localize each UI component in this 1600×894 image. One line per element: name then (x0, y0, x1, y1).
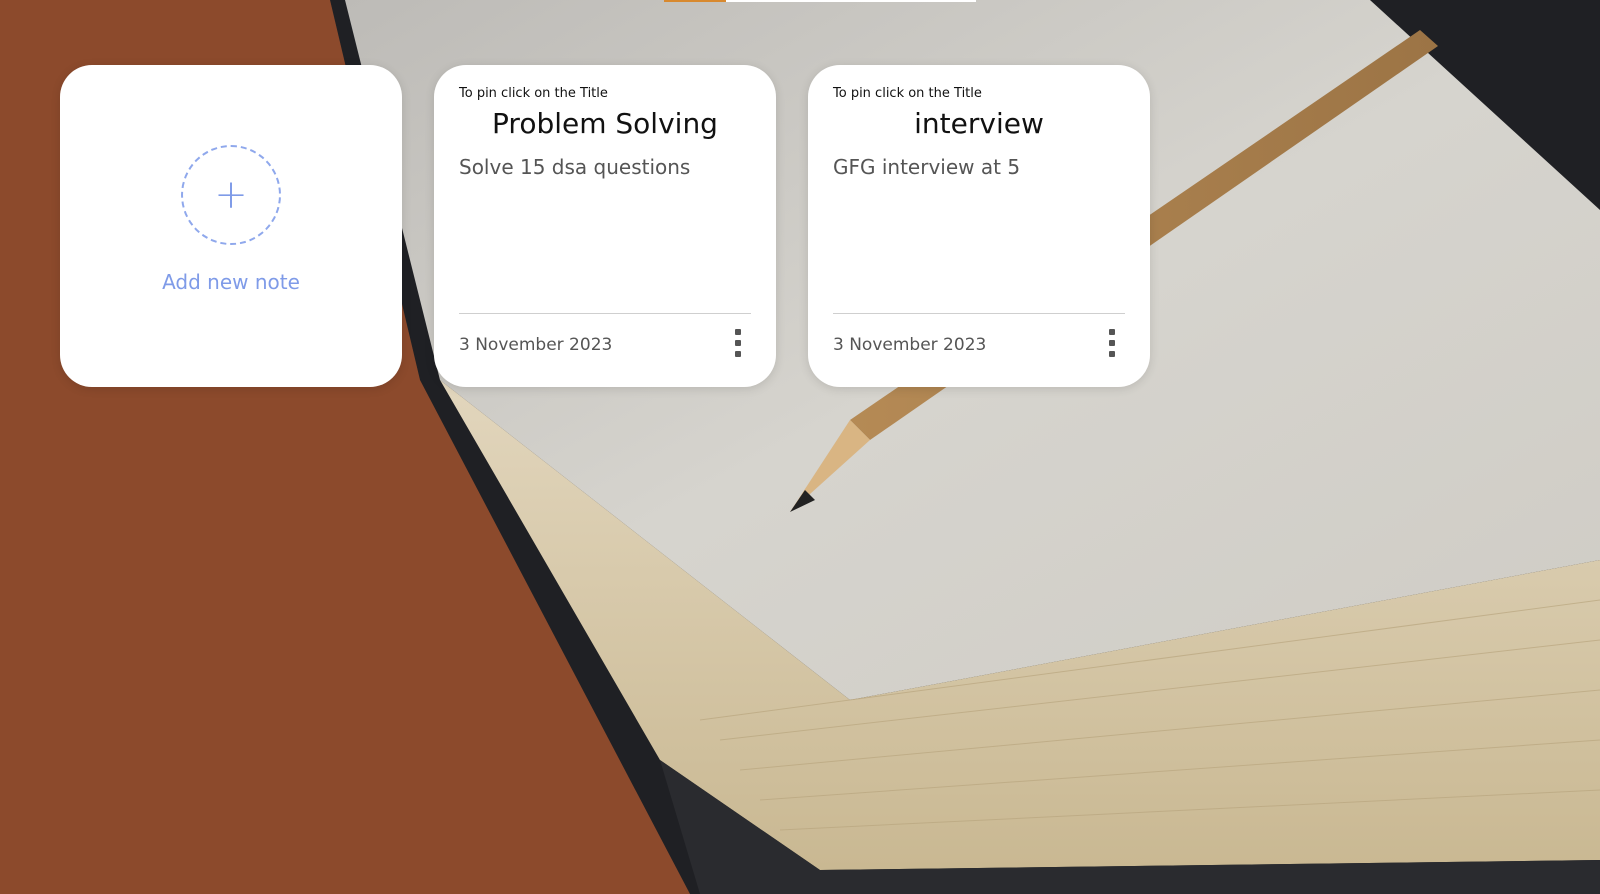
note-card: To pin click on the Title Problem Solvin… (434, 65, 776, 387)
note-body: GFG interview at 5 (833, 155, 1021, 179)
note-date: 3 November 2023 (833, 335, 987, 355)
more-vertical-icon[interactable] (732, 329, 744, 357)
add-note-label[interactable]: Add new note (60, 270, 402, 294)
note-date: 3 November 2023 (459, 335, 613, 355)
add-note-card[interactable]: + Add new note (60, 65, 402, 387)
pin-hint: To pin click on the Title (459, 86, 608, 101)
add-note-button[interactable]: + (181, 145, 281, 245)
note-body: Solve 15 dsa questions (459, 155, 691, 179)
pin-hint: To pin click on the Title (833, 86, 982, 101)
more-vertical-icon[interactable] (1106, 329, 1118, 357)
note-divider (833, 313, 1125, 314)
note-title[interactable]: Problem Solving (434, 107, 776, 140)
plus-icon: + (214, 172, 248, 218)
top-indicator-track (726, 0, 976, 2)
note-card: To pin click on the Title interview GFG … (808, 65, 1150, 387)
note-divider (459, 313, 751, 314)
note-title[interactable]: interview (808, 107, 1150, 140)
top-indicator-active (664, 0, 726, 2)
